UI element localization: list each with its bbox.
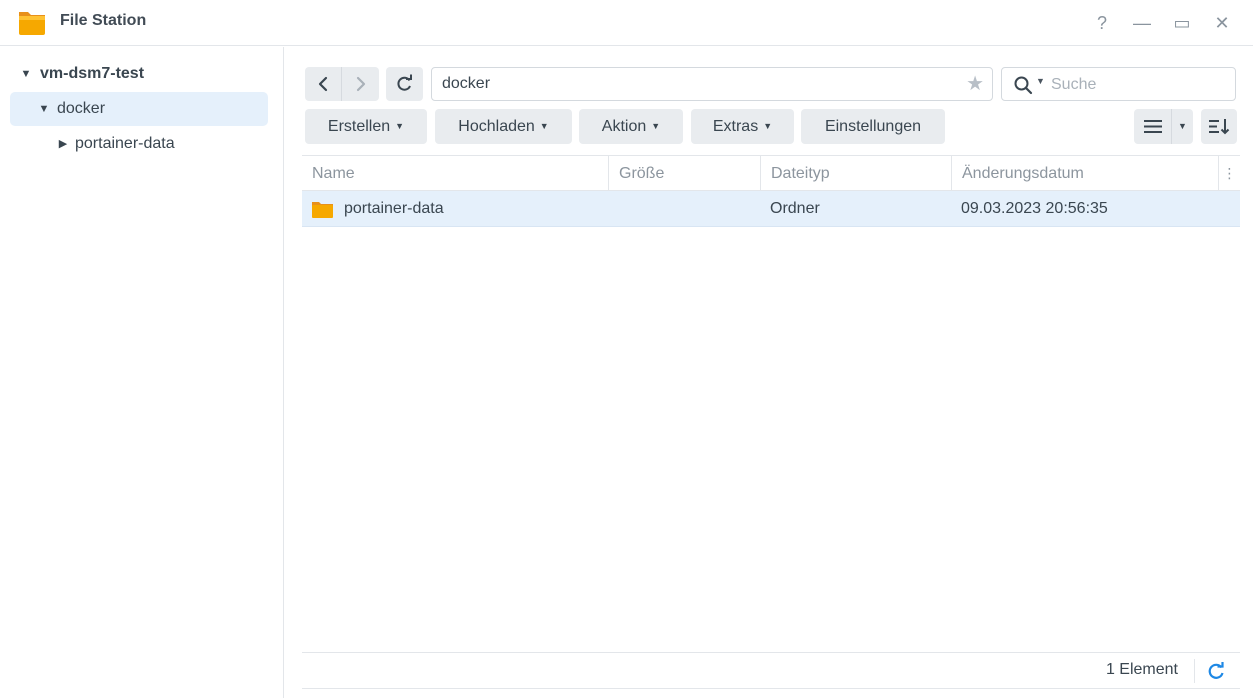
- sort-button[interactable]: [1201, 109, 1237, 144]
- table-row[interactable]: portainer-data Ordner 09.03.2023 20:56:3…: [302, 191, 1240, 227]
- caret-right-icon[interactable]: ▶: [57, 127, 69, 161]
- folder-tree-sidebar: ▼ vm-dsm7-test ▼ docker ▶ portainer-data: [0, 47, 284, 698]
- path-text: docker: [442, 75, 491, 92]
- action-button[interactable]: Aktion ▼: [579, 109, 683, 144]
- star-icon[interactable]: ★: [966, 73, 984, 95]
- file-table-header: Name Größe Dateityp Änderungsdatum ⋮: [302, 155, 1240, 191]
- forward-icon: [356, 76, 366, 92]
- tree-node-portainer-data[interactable]: ▶ portainer-data: [10, 127, 268, 161]
- window-titlebar: File Station ? — ▭ ✕: [0, 0, 1253, 46]
- app-folder-icon: [19, 12, 45, 35]
- column-header-name[interactable]: Name: [302, 156, 608, 191]
- tree-node-vm-dsm7-test[interactable]: ▼ vm-dsm7-test: [10, 57, 268, 91]
- view-mode-dropdown-icon[interactable]: ▼: [1172, 109, 1193, 144]
- navigation-buttons: [305, 67, 379, 101]
- sort-icon: [1209, 119, 1230, 135]
- extras-button-label: Extras: [712, 118, 759, 135]
- tree-node-docker[interactable]: ▼ docker: [10, 92, 268, 126]
- action-button-label: Aktion: [601, 118, 647, 135]
- dropdown-caret-icon: ▼: [763, 121, 773, 131]
- refresh-icon: [397, 74, 412, 91]
- minimize-icon[interactable]: —: [1129, 10, 1155, 36]
- column-header-size[interactable]: Größe: [608, 156, 760, 191]
- search-input[interactable]: ▼ Suche: [1001, 67, 1236, 101]
- file-name-cell: portainer-data: [344, 200, 444, 217]
- column-menu-icon[interactable]: ⋮: [1218, 156, 1240, 191]
- column-header-type[interactable]: Dateityp: [760, 156, 951, 191]
- dropdown-caret-icon: ▼: [539, 121, 549, 131]
- caret-down-icon[interactable]: ▼: [38, 92, 50, 126]
- search-placeholder: Suche: [1051, 76, 1097, 93]
- path-input[interactable]: docker ★: [431, 67, 993, 101]
- search-icon[interactable]: [1013, 75, 1035, 95]
- close-icon[interactable]: ✕: [1209, 10, 1235, 36]
- folder-icon: [312, 202, 333, 218]
- back-button[interactable]: [305, 67, 342, 101]
- item-count: 1 Element: [1105, 661, 1178, 678]
- column-header-modified[interactable]: Änderungsdatum: [951, 156, 1217, 191]
- forward-button[interactable]: [342, 67, 379, 101]
- dropdown-caret-icon: ▼: [395, 121, 405, 131]
- file-modified-cell: 09.03.2023 20:56:35: [961, 200, 1108, 217]
- status-divider: [1194, 659, 1195, 683]
- help-icon[interactable]: ?: [1089, 10, 1115, 36]
- window-title: File Station: [60, 12, 147, 29]
- create-button[interactable]: Erstellen ▼: [305, 109, 427, 144]
- list-view-icon: [1144, 120, 1162, 133]
- caret-down-icon[interactable]: ▼: [20, 57, 32, 91]
- settings-button-label: Einstellungen: [824, 118, 922, 135]
- view-mode-button: ▼: [1134, 109, 1193, 144]
- refresh-icon[interactable]: [1206, 661, 1226, 681]
- upload-button-label: Hochladen: [458, 118, 535, 135]
- list-view-button[interactable]: [1134, 109, 1172, 144]
- status-bar: 1 Element: [302, 652, 1240, 689]
- file-type-cell: Ordner: [770, 200, 820, 217]
- search-options-caret-icon[interactable]: ▼: [1036, 76, 1045, 86]
- extras-button[interactable]: Extras ▼: [691, 109, 794, 144]
- create-button-label: Erstellen: [327, 118, 391, 135]
- dropdown-caret-icon: ▼: [651, 121, 661, 131]
- tree-node-label: vm-dsm7-test: [40, 65, 145, 82]
- back-icon: [318, 76, 328, 92]
- upload-button[interactable]: Hochladen ▼: [435, 109, 572, 144]
- tree-node-label: docker: [57, 100, 106, 117]
- tree-node-label: portainer-data: [75, 135, 175, 152]
- settings-button[interactable]: Einstellungen: [801, 109, 945, 144]
- refresh-button[interactable]: [386, 67, 423, 101]
- maximize-icon[interactable]: ▭: [1169, 10, 1195, 36]
